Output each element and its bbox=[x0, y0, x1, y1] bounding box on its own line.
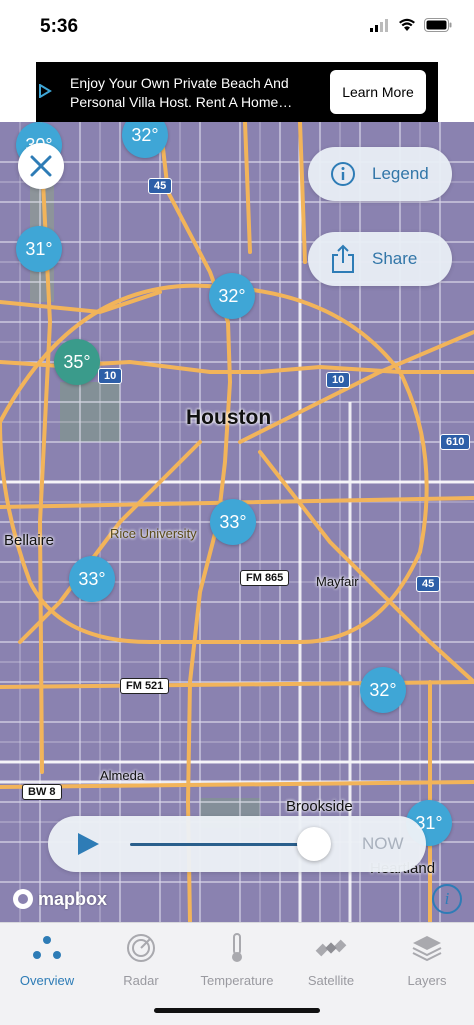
map-label-mayfair: Mayfair bbox=[316, 574, 359, 589]
share-label: Share bbox=[372, 249, 418, 268]
tab-satellite[interactable]: Satellite bbox=[284, 931, 378, 988]
ad-text: Enjoy Your Own Private Beach And Persona… bbox=[70, 75, 293, 110]
road-shield-fm865: FM 865 bbox=[240, 570, 290, 586]
interstate-shield: 10 bbox=[326, 372, 351, 388]
play-icon[interactable] bbox=[78, 833, 99, 855]
legend-label: Legend bbox=[372, 164, 429, 183]
tab-temperature[interactable]: Temperature bbox=[190, 931, 284, 988]
cellular-signal-icon bbox=[370, 19, 388, 32]
map-label-bellaire: Bellaire bbox=[4, 532, 55, 549]
tab-label: Layers bbox=[407, 973, 447, 988]
tab-label: Overview bbox=[19, 973, 75, 988]
close-icon bbox=[30, 155, 52, 177]
layers-icon bbox=[410, 931, 444, 965]
tab-radar[interactable]: Radar bbox=[94, 931, 188, 988]
status-bar: 5:36 bbox=[0, 0, 474, 56]
tab-label: Temperature bbox=[200, 973, 274, 988]
interstate-shield: 45 bbox=[148, 178, 173, 194]
temperature-pin[interactable]: 35° bbox=[54, 339, 100, 385]
tab-label: Satellite bbox=[307, 973, 355, 988]
legend-button[interactable]: Legend bbox=[308, 147, 452, 201]
timeline-slider-knob[interactable] bbox=[297, 827, 331, 861]
road-shield-bw8: BW 8 bbox=[22, 784, 62, 800]
status-icons bbox=[370, 18, 452, 32]
close-button[interactable] bbox=[18, 143, 64, 189]
share-button[interactable]: Share bbox=[308, 232, 452, 286]
timeline-now-label: NOW bbox=[362, 834, 404, 853]
battery-icon bbox=[424, 18, 452, 32]
status-time: 5:36 bbox=[40, 16, 79, 37]
attribution-info-icon[interactable]: i bbox=[432, 884, 462, 914]
temperature-pin[interactable]: 33° bbox=[69, 556, 115, 602]
info-icon bbox=[330, 161, 356, 187]
map-label-brookside: Brookside bbox=[286, 798, 353, 815]
map-label-rice-university: Rice University bbox=[110, 526, 197, 541]
ad-choices-icon[interactable] bbox=[38, 84, 52, 98]
timeline-slider-track[interactable] bbox=[130, 843, 314, 846]
map-label-almeda: Almeda bbox=[100, 768, 145, 783]
thermometer-icon bbox=[220, 931, 254, 965]
timeline-player: NOW bbox=[48, 816, 426, 872]
tab-layers[interactable]: Layers bbox=[380, 931, 474, 988]
interstate-shield: 10 bbox=[98, 368, 123, 384]
mapbox-logo: mapbox bbox=[12, 888, 107, 910]
overview-icon bbox=[30, 931, 64, 965]
tab-label: Radar bbox=[123, 973, 159, 988]
interstate-shield: 45 bbox=[416, 576, 441, 592]
mapbox-label: mapbox bbox=[38, 888, 108, 909]
wifi-icon bbox=[399, 18, 415, 31]
map-label-houston: Houston bbox=[186, 406, 272, 429]
home-indicator bbox=[154, 1008, 320, 1013]
satellite-icon bbox=[314, 931, 348, 965]
temperature-pin[interactable]: 33° bbox=[210, 499, 256, 545]
tab-overview[interactable]: Overview bbox=[0, 931, 94, 988]
interstate-shield: 610 bbox=[440, 434, 471, 450]
ad-banner[interactable]: Enjoy Your Own Private Beach And Persona… bbox=[36, 62, 438, 122]
ad-learn-more-button[interactable]: Learn More bbox=[330, 70, 426, 114]
temperature-pin[interactable]: 32° bbox=[360, 667, 406, 713]
temperature-pin[interactable]: 32° bbox=[209, 273, 255, 319]
road-shield-fm521: FM 521 bbox=[120, 678, 170, 694]
temperature-pin[interactable]: 31° bbox=[16, 226, 62, 272]
mapbox-icon bbox=[13, 889, 33, 909]
radar-icon bbox=[124, 931, 158, 965]
share-icon bbox=[330, 244, 356, 273]
